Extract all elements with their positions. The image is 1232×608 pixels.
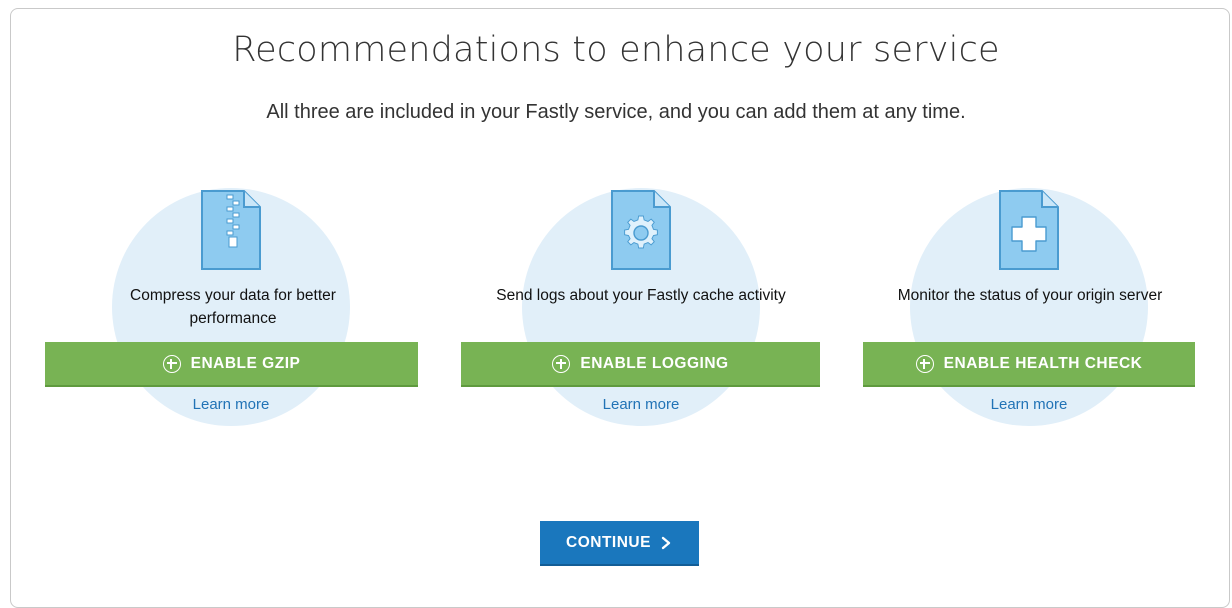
plus-circle-icon (162, 354, 181, 373)
page-title: Recommendations to enhance your service (232, 30, 1000, 70)
continue-label: CONTINUE (566, 533, 651, 551)
health-check-learn-more-link[interactable]: Learn more (929, 396, 1129, 413)
enable-health-check-button[interactable]: ENABLE HEALTH CHECK (863, 342, 1195, 387)
enable-logging-button[interactable]: ENABLE LOGGING (461, 342, 820, 387)
enable-health-check-label: ENABLE HEALTH CHECK (943, 354, 1143, 372)
enable-logging-label: ENABLE LOGGING (580, 354, 729, 372)
logging-learn-more-link[interactable]: Learn more (541, 396, 741, 413)
gzip-description: Compress your data for better performanc… (130, 287, 336, 327)
logging-description: Send logs about your Fastly cache activi… (496, 287, 786, 304)
gear-file-icon (611, 190, 671, 270)
health-plus-file-icon (999, 190, 1059, 270)
plus-circle-icon (915, 354, 934, 373)
page-subtitle: All three are included in your Fastly se… (266, 101, 966, 123)
continue-button[interactable]: CONTINUE (540, 521, 699, 566)
plus-circle-icon (552, 354, 571, 373)
enable-gzip-label: ENABLE GZIP (190, 354, 301, 372)
health-check-description: Monitor the status of your origin server (897, 287, 1163, 304)
enable-gzip-button[interactable]: ENABLE GZIP (45, 342, 418, 387)
chevron-right-icon (661, 536, 671, 549)
zip-file-icon (201, 190, 261, 270)
gzip-learn-more-link[interactable]: Learn more (131, 396, 331, 413)
